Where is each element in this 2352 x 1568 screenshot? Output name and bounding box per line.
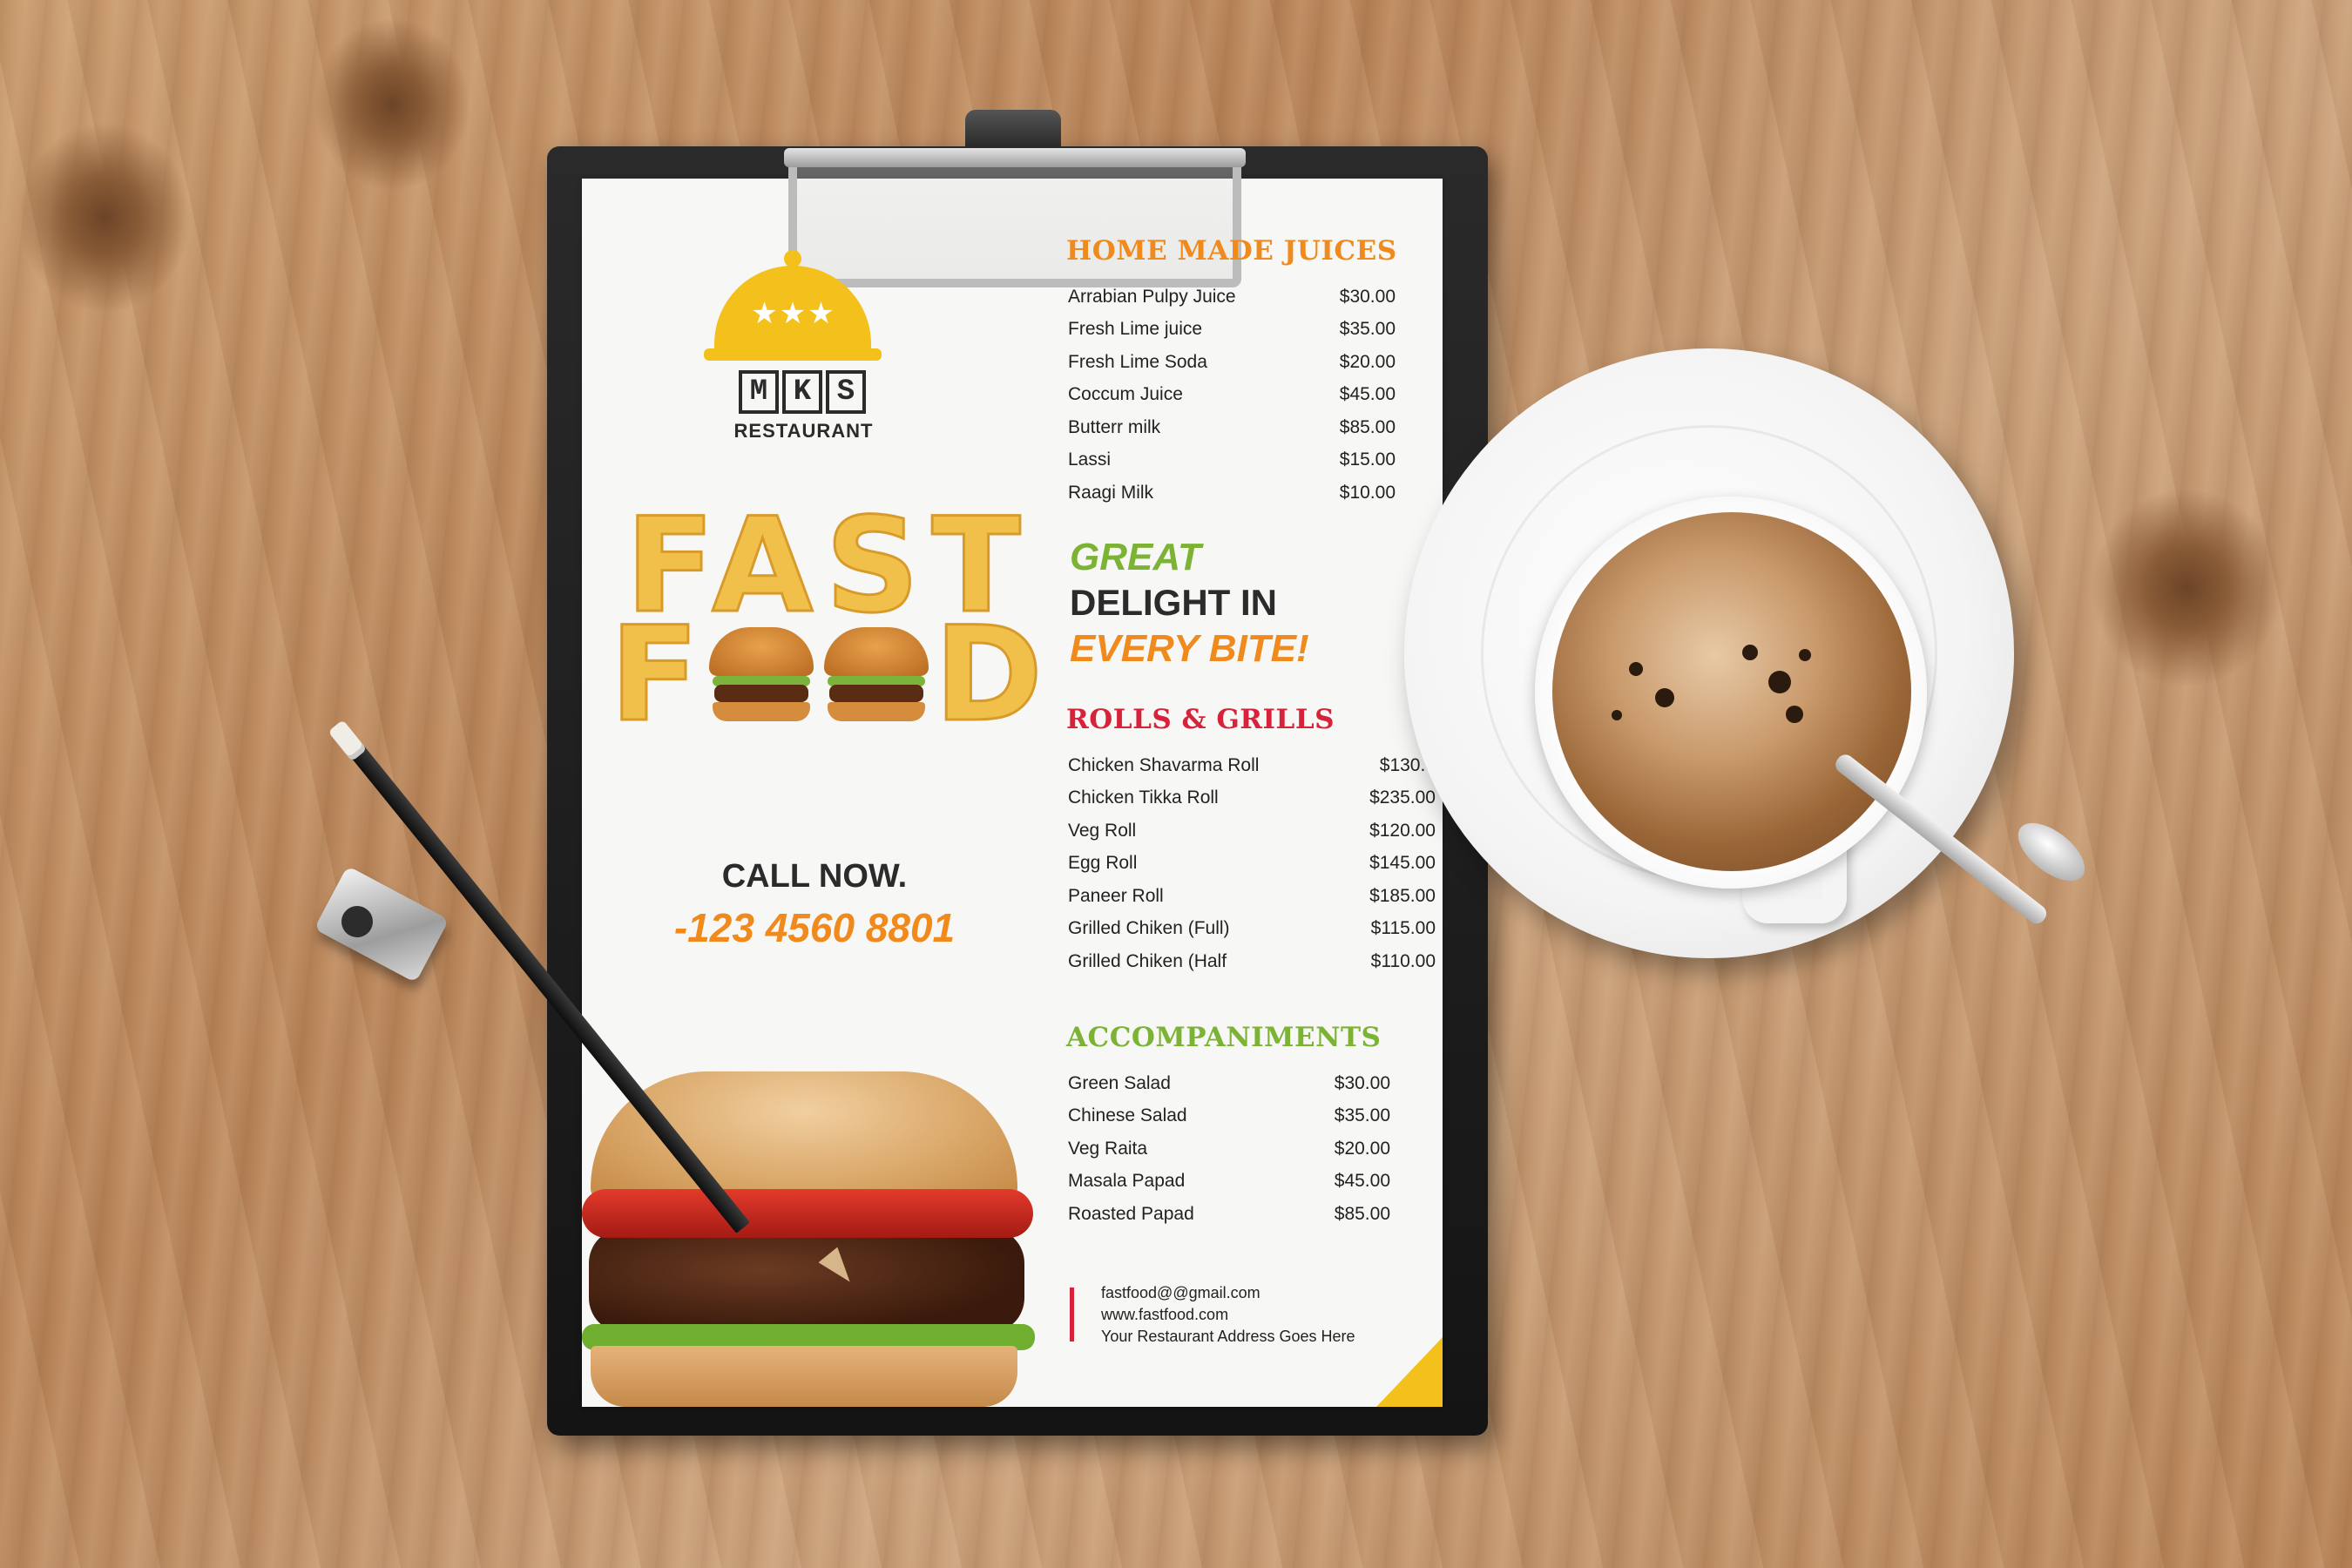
- coffee-bubble: [1629, 662, 1643, 676]
- list-item: Arrabian Pulpy Juice $30.00: [1068, 286, 1396, 307]
- wood-knot: [17, 122, 192, 314]
- tagline-great: GREAT: [1070, 536, 1201, 578]
- coffee-bubble: [1742, 645, 1758, 660]
- list-item: Chicken Tikka Roll $235.00: [1068, 787, 1436, 808]
- headline-food: F D: [608, 599, 1048, 751]
- clipboard-clip: [788, 148, 1241, 287]
- coffee-bubble: [1768, 671, 1791, 693]
- list-item: Paneer Roll $185.00: [1068, 885, 1436, 906]
- spoon-head: [2008, 812, 2095, 892]
- list-item: Grilled Chiken (Full) $115.00: [1068, 918, 1436, 939]
- burger-icon: [709, 627, 814, 723]
- section-title-juices: HOME MADE JUICES: [1066, 235, 1397, 267]
- list-item: Lassi $15.00: [1068, 449, 1396, 470]
- logo-subtitle: RESTAURANT: [733, 420, 874, 442]
- rolls-list: Chicken Shavarma Roll $130.0 Chicken Tikk…: [1068, 749, 1436, 978]
- coffee-bubble: [1786, 706, 1803, 723]
- list-item: Roasted Papad $85.00: [1068, 1203, 1390, 1224]
- contact-accent-bar: [1070, 1288, 1074, 1342]
- list-item: Chicken Shavarma Roll $130.0: [1068, 754, 1436, 775]
- list-item: Fresh Lime juice $35.00: [1068, 319, 1396, 340]
- pencil-sharpener: [314, 865, 449, 983]
- list-item: Veg Roll $120.00: [1068, 820, 1436, 841]
- list-item: Egg Roll $145.00: [1068, 853, 1436, 874]
- clipboard-clip-bar: [784, 148, 1246, 167]
- list-item: Fresh Lime Soda $20.00: [1068, 351, 1396, 372]
- cloche-icon-knob: [784, 250, 801, 267]
- wood-knot: [314, 17, 470, 192]
- logo-letter: S: [826, 370, 866, 414]
- headline-food-letter: D: [933, 599, 1048, 751]
- coffee-bubble: [1799, 649, 1811, 661]
- list-item: Chinese Salad $35.00: [1068, 1105, 1390, 1126]
- clipboard-clip-hinge: [965, 110, 1061, 153]
- logo-stars: ★★★: [751, 297, 836, 330]
- headline-food-letter: F: [608, 599, 705, 751]
- tagline-every-bite: EVERY BITE!: [1070, 627, 1309, 670]
- logo-letters: M K S: [739, 370, 866, 414]
- contact-website: www.fastfood.com: [1101, 1306, 1229, 1323]
- coffee-surface: [1552, 512, 1911, 871]
- call-now-label: CALL NOW.: [721, 858, 908, 895]
- section-title-rolls: ROLLS & GRILLS: [1066, 704, 1335, 735]
- list-item: Grilled Chiken (Half $110.00: [1068, 950, 1436, 971]
- tagline-delight: DELIGHT IN: [1070, 582, 1277, 623]
- contact-email: fastfood@@gmail.com: [1101, 1284, 1260, 1301]
- logo-letter: M: [739, 370, 779, 414]
- contact-address: Your Restaurant Address Goes Here: [1101, 1328, 1355, 1345]
- phone-number: -123 4560 8801: [673, 905, 956, 950]
- cloche-icon-base: [704, 348, 882, 361]
- logo-letter: K: [782, 370, 822, 414]
- burger-icon: [824, 627, 929, 723]
- list-item: Coccum Juice $45.00: [1068, 384, 1396, 405]
- contact-block: fastfood@@gmail.com www.fastfood.com You…: [1101, 1282, 1355, 1348]
- coffee-bubble: [1612, 710, 1622, 720]
- corner-accent: [1376, 1337, 1443, 1407]
- juices-list: Arrabian Pulpy Juice $30.00 Fresh Lime ju…: [1068, 280, 1396, 510]
- wood-knot: [2091, 488, 2282, 688]
- list-item: Veg Raita $20.00: [1068, 1138, 1390, 1159]
- section-title-accompaniments: ACCOMPANIMENTS: [1066, 1022, 1382, 1053]
- list-item: Masala Papad $45.00: [1068, 1171, 1390, 1192]
- list-item: Green Salad $30.00: [1068, 1072, 1390, 1093]
- list-item: Raagi Milk $10.00: [1068, 482, 1396, 503]
- coffee-bubble: [1655, 688, 1674, 707]
- list-item: Butterr milk $85.00: [1068, 416, 1396, 437]
- accompaniments-list: Green Salad $30.00 Chinese Salad $35.00 Ve…: [1068, 1067, 1390, 1231]
